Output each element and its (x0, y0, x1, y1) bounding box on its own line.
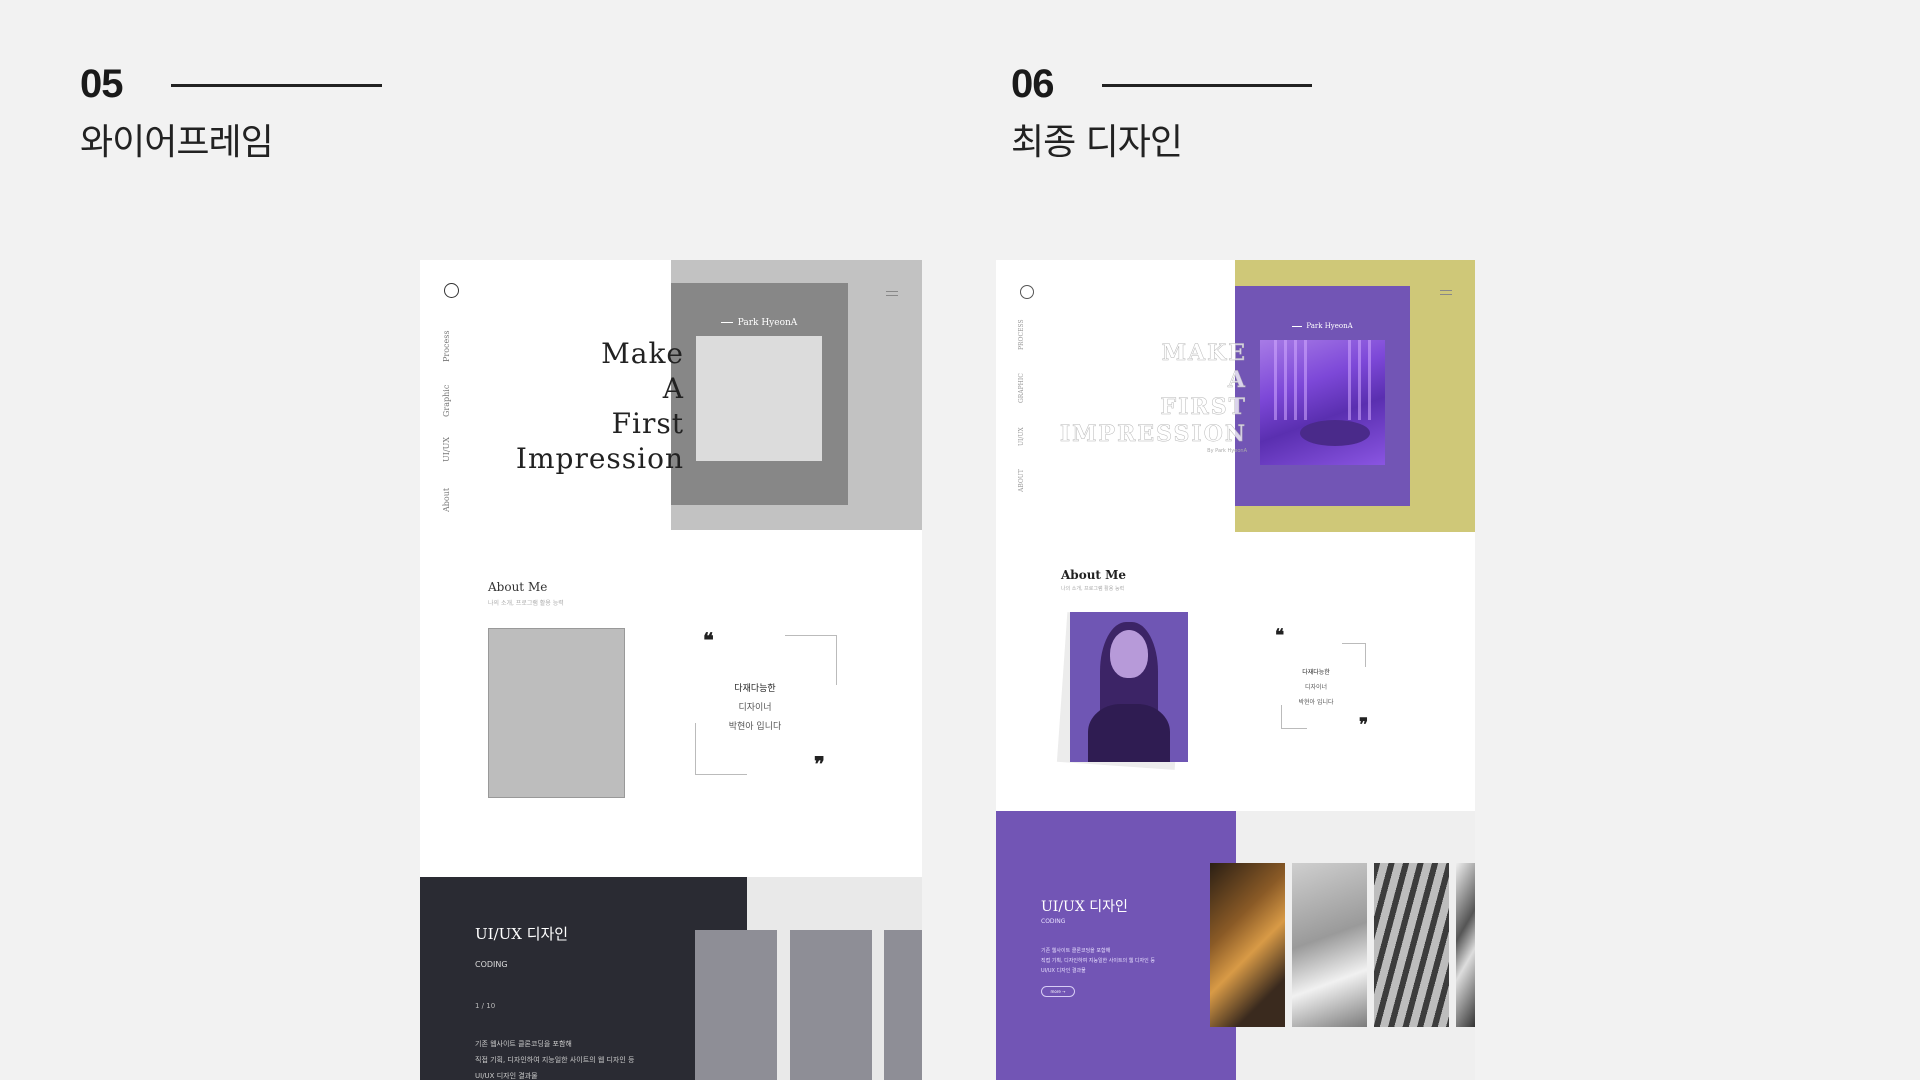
section-title: 최종 디자인 (1011, 122, 1183, 163)
section-05-header: 05 와이어프레임 (80, 62, 274, 165)
more-button[interactable]: more → (1041, 986, 1075, 997)
hero-headline: MAKE A FIRST IMPRESSION (1060, 340, 1247, 448)
hero-name-label: Park HyeonA (696, 318, 822, 328)
gallery-card-placeholder[interactable] (884, 930, 922, 1080)
headline-line: First (611, 407, 684, 440)
headline-line: A (1227, 367, 1247, 394)
nav-item-graphic[interactable]: GRAPHIC (1018, 373, 1025, 403)
gallery-thumbnail[interactable] (1292, 863, 1367, 1027)
section-title: 와이어프레임 (80, 122, 274, 163)
nav-item-uiux[interactable]: UI/UX (1018, 427, 1025, 446)
project-subtitle: CODING (1041, 918, 1066, 925)
project-pagination: 1 / 10 (475, 1002, 496, 1010)
about-title: About Me (488, 580, 548, 594)
headline-line: IMPRESSION (1059, 421, 1247, 448)
project-title: UI/UX 디자인 (1041, 899, 1128, 915)
headline-line: MAKE (1161, 340, 1247, 367)
about-title: About Me (1061, 568, 1127, 582)
open-quote-icon: ❝ (1275, 626, 1285, 646)
headline-line: Impression (515, 442, 684, 475)
hamburger-menu-icon[interactable] (886, 291, 898, 299)
hamburger-menu-icon[interactable] (1440, 290, 1452, 298)
project-subtitle: CODING (475, 960, 508, 969)
wireframe-mockup: Park HyeonA Process Graphic UI/UX About … (420, 260, 922, 1080)
nav-item-process[interactable]: PROCESS (1018, 319, 1025, 350)
project-description: 기존 웹사이트 클론코딩을 포함해 직접 기획, 디자인하여 지능일한 사이트의… (475, 1036, 634, 1080)
gallery-thumbnail[interactable] (1374, 863, 1449, 1027)
headline-line: FIRST (1160, 394, 1247, 421)
hero-byline: By Park HyeonA (1207, 448, 1247, 454)
description-line: UI/UX 디자인 결과물 (1041, 968, 1086, 974)
quote-frame-bottom (1281, 705, 1307, 729)
quote-frame-top (1342, 643, 1366, 667)
section-divider (1102, 84, 1312, 87)
gallery-thumbnail[interactable] (1210, 863, 1285, 1027)
logo-circle-icon[interactable] (444, 283, 459, 298)
description-line: UI/UX 디자인 결과물 (475, 1072, 538, 1080)
profile-photo (1070, 612, 1188, 762)
nav-item-about[interactable]: About (442, 488, 451, 512)
final-design-mockup: Park HyeonA PROCESS GRAPHIC UI/UX ABOUT … (996, 260, 1475, 1080)
quote-line: 디자이너 (1304, 684, 1328, 691)
quote-frame-bottom (695, 723, 747, 775)
nav-item-uiux[interactable]: UI/UX (442, 437, 451, 462)
headline-line: Make (601, 337, 684, 370)
quote-line: 디자이너 (738, 703, 772, 713)
hero-name-label: Park HyeonA (1260, 322, 1385, 330)
profile-photo-placeholder (488, 628, 625, 798)
headline-line: A (662, 372, 684, 405)
open-quote-icon: ❝ (703, 628, 714, 652)
logo-circle-icon[interactable] (1020, 285, 1034, 299)
nav-item-process[interactable]: Process (442, 331, 451, 362)
section-06-header: 06 최종 디자인 (1011, 62, 1183, 165)
description-line: 기존 웹사이트 클론코딩을 포함해 (475, 1040, 572, 1048)
hero-image-placeholder (696, 336, 822, 461)
hero-headline: Make A First Impression (516, 336, 684, 476)
description-line: 기존 웹사이트 클론코딩을 포함해 (1041, 948, 1111, 954)
description-line: 직접 기획, 디자인하여 지능일한 사이트의 웹 디자인 등 (1041, 958, 1155, 964)
close-quote-icon: ❞ (814, 752, 825, 776)
project-description: 기존 웹사이트 클론코딩을 포함해 직접 기획, 디자인하여 지능일한 사이트의… (1041, 946, 1155, 976)
hero-photo (1260, 340, 1385, 465)
project-title: UI/UX 디자인 (475, 925, 569, 943)
description-line: 직접 기획, 디자인하여 지능일한 사이트의 웹 디자인 등 (475, 1056, 635, 1064)
nav-item-graphic[interactable]: Graphic (442, 385, 451, 417)
quote-line: 다재다능한 (734, 684, 776, 694)
vertical-nav: PROCESS GRAPHIC UI/UX ABOUT (1018, 319, 1032, 510)
about-subtitle: 나의 소개, 프로그램 활용 능력 (488, 600, 564, 607)
vertical-nav: Process Graphic UI/UX About (442, 322, 456, 512)
nav-item-about[interactable]: ABOUT (1018, 469, 1025, 492)
close-quote-icon: ❞ (1359, 715, 1369, 735)
quote-frame-top (785, 635, 837, 685)
gallery-card-placeholder[interactable] (790, 930, 872, 1080)
about-subtitle: 나의 소개, 프로그램 활용 능력 (1061, 586, 1125, 592)
quote-line: 다재다능한 (1302, 669, 1330, 676)
gallery-thumbnail[interactable] (1456, 863, 1475, 1027)
gallery-card-placeholder[interactable] (695, 930, 777, 1080)
section-divider (171, 84, 382, 87)
